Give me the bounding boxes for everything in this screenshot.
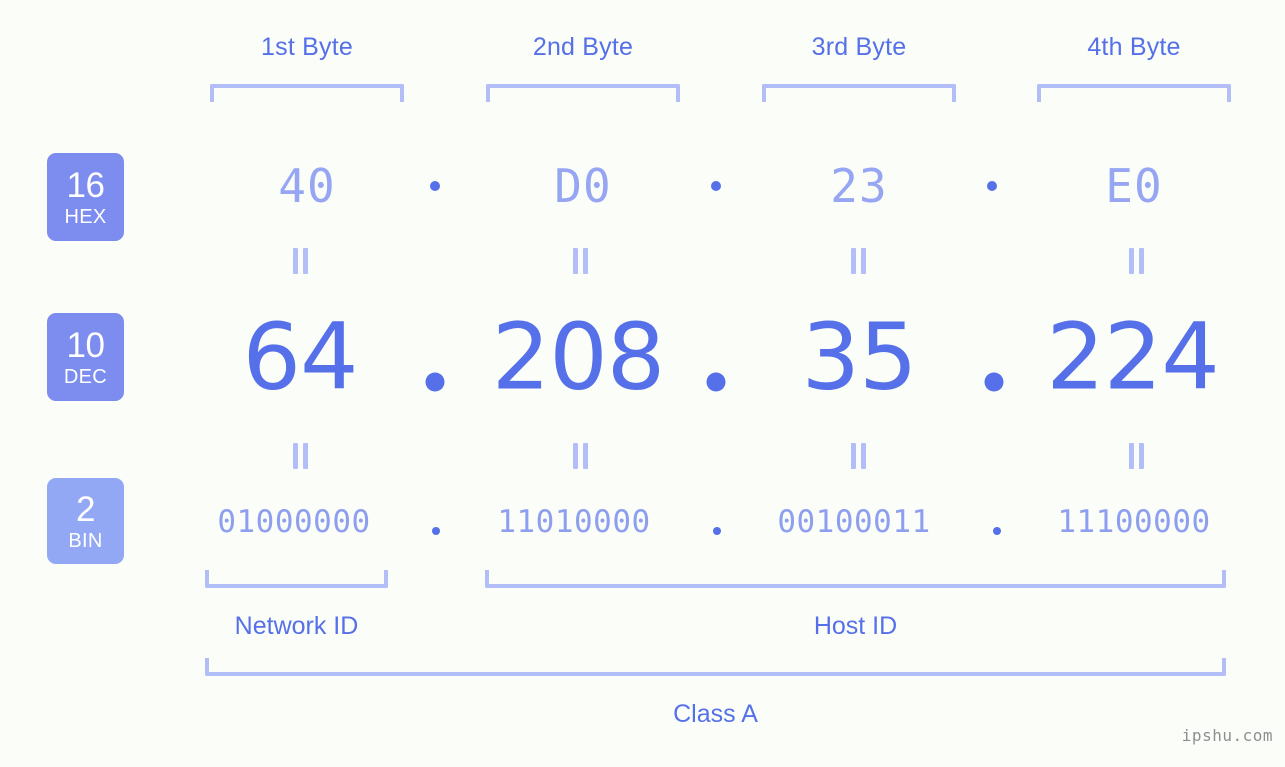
bin-separator-1 [432,527,440,535]
bin-byte-3: 00100011 [777,504,931,540]
hex-separator-3 [987,181,997,191]
base-badge-bin-number: 2 [76,489,95,529]
base-badge-hex: 16 HEX [47,153,124,241]
base-badge-bin: 2 BIN [47,478,124,564]
byte-header-1: 1st Byte [261,33,353,61]
bin-byte-4: 11100000 [1057,504,1211,540]
equals-mark-hex-dec-4 [1126,248,1146,274]
dec-separator-1 [425,372,445,392]
equals-mark-hex-dec-3 [848,248,868,274]
hex-byte-1: 40 [278,159,336,213]
base-badge-bin-name: BIN [68,529,103,552]
equals-mark-dec-bin-3 [848,443,868,469]
hex-separator-2 [711,181,721,191]
host-id-bracket [485,570,1226,588]
dec-byte-1: 64 [242,303,358,411]
base-badge-dec-name: DEC [63,365,108,388]
byte-header-2: 2nd Byte [532,33,634,61]
hex-separator-1 [430,181,440,191]
bin-separator-2 [713,527,721,535]
base-badge-dec: 10 DEC [47,313,124,401]
byte-bracket-2 [486,84,680,102]
dec-separator-3 [984,372,1004,392]
hex-byte-3: 23 [830,159,888,213]
equals-mark-dec-bin-2 [570,443,590,469]
byte-bracket-3 [762,84,956,102]
host-id-label: Host ID [813,612,898,640]
dec-byte-3: 35 [801,303,917,411]
network-id-bracket [205,570,388,588]
dec-byte-4: 224 [1046,303,1220,411]
byte-header-4: 4th Byte [1087,33,1181,61]
site-watermark: ipshu.com [1181,726,1273,745]
equals-mark-hex-dec-2 [570,248,590,274]
base-badge-hex-number: 16 [66,165,105,205]
class-label: Class A [673,700,758,728]
equals-mark-dec-bin-1 [290,443,310,469]
ip-address-diagram: 1st Byte 2nd Byte 3rd Byte 4th Byte 16 H… [0,0,1285,767]
network-id-label: Network ID [234,612,359,640]
byte-bracket-1 [210,84,404,102]
dec-separator-2 [706,372,726,392]
bin-byte-2: 11010000 [497,504,651,540]
base-badge-hex-name: HEX [64,205,107,228]
equals-mark-hex-dec-1 [290,248,310,274]
byte-header-3: 3rd Byte [811,33,907,61]
base-badge-dec-number: 10 [66,325,105,365]
hex-byte-4: E0 [1105,159,1163,213]
byte-bracket-4 [1037,84,1231,102]
class-bracket [205,658,1226,676]
bin-byte-1: 01000000 [217,504,371,540]
dec-byte-2: 208 [491,303,666,411]
hex-byte-2: D0 [554,159,612,213]
equals-mark-dec-bin-4 [1126,443,1146,469]
bin-separator-3 [993,527,1001,535]
